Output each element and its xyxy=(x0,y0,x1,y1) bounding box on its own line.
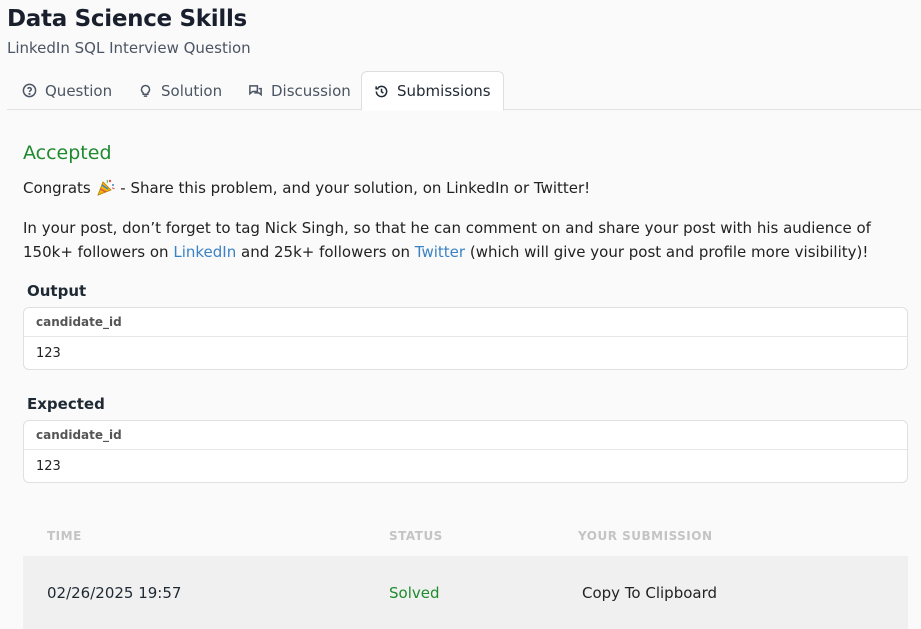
party-popper-icon xyxy=(96,179,115,196)
tab-question[interactable]: Question xyxy=(10,71,124,110)
expected-cell: 123 xyxy=(36,458,61,474)
submissions-table: TIME STATUS YOUR SUBMISSION 02/26/2025 1… xyxy=(23,514,908,629)
lightbulb-icon xyxy=(140,84,151,97)
output-cell: 123 xyxy=(36,345,61,361)
congrats-suffix: - Share this problem, and your solution,… xyxy=(120,179,591,197)
output-table: candidate_id 123 xyxy=(23,307,908,370)
question-circle-icon xyxy=(22,83,37,98)
congrats-prefix: Congrats xyxy=(23,179,91,197)
table-row: 02/26/2025 19:57 Solved Copy To Clipboar… xyxy=(23,556,908,629)
twitter-link[interactable]: Twitter xyxy=(415,243,465,261)
submission-time: 02/26/2025 19:57 xyxy=(47,584,182,602)
page-subtitle: LinkedIn SQL Interview Question xyxy=(7,39,251,57)
linkedin-link[interactable]: LinkedIn xyxy=(173,243,236,261)
history-icon xyxy=(375,85,388,97)
post-text-2: and 25k+ followers on xyxy=(241,243,410,261)
expected-column-header: candidate_id xyxy=(24,421,907,450)
congrats-text: Congrats - Share this problem, and your … xyxy=(23,176,903,200)
tab-label: Discussion xyxy=(271,81,351,100)
tab-label: Submissions xyxy=(397,82,491,100)
tab-solution[interactable]: Solution xyxy=(126,71,234,110)
tab-bar: Question Solution Discussion Submissions xyxy=(7,71,921,111)
copy-to-clipboard-button[interactable]: Copy To Clipboard xyxy=(582,584,717,602)
accepted-status: Accepted xyxy=(23,142,112,164)
output-label: Output xyxy=(27,282,87,300)
time-column-header: TIME xyxy=(47,529,82,543)
submission-column-header: YOUR SUBMISSION xyxy=(578,529,713,543)
tab-discussion[interactable]: Discussion xyxy=(236,71,363,110)
submissions-header: TIME STATUS YOUR SUBMISSION xyxy=(23,514,908,556)
expected-label: Expected xyxy=(27,395,105,413)
tab-label: Solution xyxy=(161,81,223,100)
submission-status: Solved xyxy=(389,584,440,602)
post-text-3: (which will give your post and profile m… xyxy=(469,243,869,261)
tab-label: Question xyxy=(45,81,113,100)
tab-submissions[interactable]: Submissions xyxy=(361,71,504,111)
output-column-header: candidate_id xyxy=(24,308,907,337)
page-header: Data Science Skills LinkedIn SQL Intervi… xyxy=(7,4,251,57)
chat-bubbles-icon xyxy=(249,85,262,97)
status-column-header: STATUS xyxy=(389,529,443,543)
expected-table: candidate_id 123 xyxy=(23,420,908,483)
page-title: Data Science Skills xyxy=(7,6,247,32)
share-instructions: In your post, don’t forget to tag Nick S… xyxy=(23,216,903,264)
